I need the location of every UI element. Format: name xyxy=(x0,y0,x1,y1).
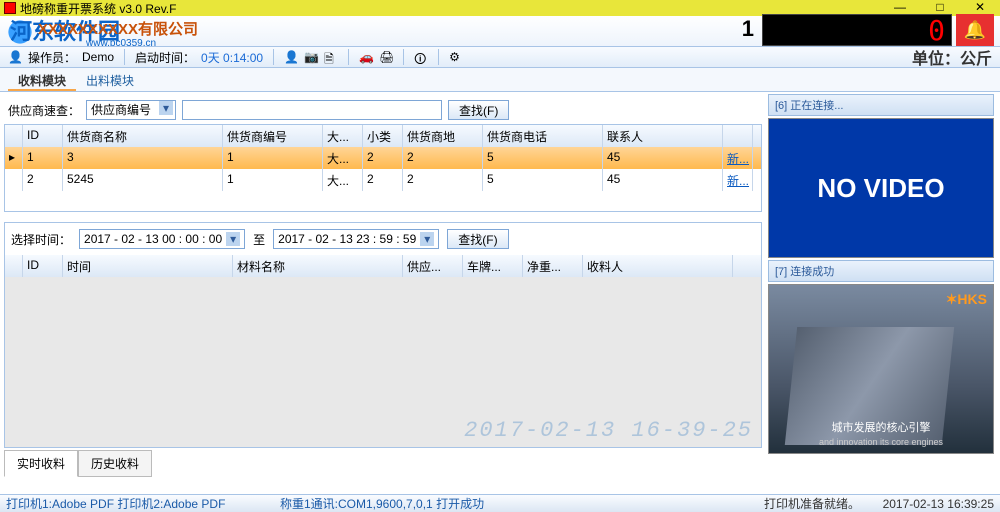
video1-panel: NO VIDEO xyxy=(768,118,994,258)
video-caption: 城市发展的核心引擎 xyxy=(769,419,993,435)
runtime-label: 启动时间： xyxy=(135,49,195,66)
video1-status-label: [6] 正在连接... xyxy=(768,94,994,116)
rss-icon[interactable]: 🛈 xyxy=(414,50,428,64)
status-bar: 打印机1:Adobe PDF 打印机2:Adobe PDF 称重1通讯:COM1… xyxy=(0,494,1000,512)
video2-panel: ✶HKS 城市发展的核心引擎 and innovation its core e… xyxy=(768,284,994,454)
status-printers: 打印机1:Adobe PDF 打印机2:Adobe PDF xyxy=(6,495,225,512)
date-to-input[interactable]: 2017 - 02 - 13 23 : 59 : 59▾ xyxy=(273,229,439,249)
date-from-input[interactable]: 2017 - 02 - 13 00 : 00 : 00▾ xyxy=(79,229,245,249)
status-datetime: 2017-02-13 16:39:25 xyxy=(883,497,994,511)
company-name: XXXXXXXXXX有限公司 xyxy=(38,18,198,39)
table-row[interactable]: ▸1 31 大...2 25 45新... xyxy=(5,147,761,169)
lcd-index: 1 xyxy=(742,16,754,42)
unit-label: 单位：公斤 xyxy=(912,45,992,69)
operator-value: Demo xyxy=(82,50,114,64)
supplier-quick-label: 供应商速查： xyxy=(8,102,80,119)
doc-icon[interactable]: 🗎 xyxy=(324,50,338,64)
supplier-search-button[interactable]: 查找(F) xyxy=(448,100,509,120)
supplier-search-input[interactable] xyxy=(182,100,442,120)
supplier-grid-header: ID 供货商名称供货商编号 大...小类 供货商地供货商电话 联系人 xyxy=(5,125,761,147)
video2-status-label: [7] 连接成功 xyxy=(768,260,994,282)
date-to-label: 至 xyxy=(253,231,265,248)
runtime-value: 0天 0:14:00 xyxy=(201,49,263,66)
tab-out[interactable]: 出料模块 xyxy=(76,68,144,91)
supplier-grid: ID 供货商名称供货商编号 大...小类 供货商地供货商电话 联系人 ▸1 31… xyxy=(4,124,762,212)
lcd-display: 0 xyxy=(762,14,952,46)
table-row[interactable]: 2 52451 大...2 25 45新... xyxy=(5,169,761,191)
chevron-down-icon: ▾ xyxy=(226,232,240,246)
gear-icon[interactable]: ⚙ xyxy=(449,50,463,64)
user-icon: 👤 xyxy=(8,50,22,64)
status-printer-ready: 打印机准备就绪。 xyxy=(764,495,860,512)
tab-history[interactable]: 历史收料 xyxy=(78,450,152,477)
video-logo: ✶HKS xyxy=(946,291,987,308)
video-caption-en: and innovation its core engines xyxy=(769,437,993,447)
tab-in[interactable]: 收料模块 xyxy=(8,68,76,91)
supplier-field-combo[interactable]: 供应商编号 xyxy=(86,100,176,120)
camera-icon[interactable]: 📷 xyxy=(304,50,318,64)
date-search-button[interactable]: 查找(F) xyxy=(447,229,508,249)
operator-label: 操作员： xyxy=(28,49,76,66)
date-label: 选择时间： xyxy=(11,231,71,248)
tab-realtime[interactable]: 实时收料 xyxy=(4,450,78,477)
user2-icon[interactable]: 👤 xyxy=(284,50,298,64)
records-grid: 选择时间： 2017 - 02 - 13 00 : 00 : 00▾ 至 201… xyxy=(4,222,762,448)
print-icon[interactable]: 🖨 xyxy=(379,50,393,64)
chevron-down-icon: ▾ xyxy=(420,232,434,246)
timestamp-watermark: 2017-02-13 16-39-25 xyxy=(464,418,753,443)
alarm-bell-icon[interactable]: 🔔 xyxy=(956,14,994,46)
records-grid-header: ID 时间材料名称 供应...车牌... 净重...收料人 xyxy=(5,255,761,277)
car-icon[interactable]: 🚗 xyxy=(359,50,373,64)
status-com: 称重1通讯:COM1,9600,7,0,1 打开成功 xyxy=(280,495,484,512)
